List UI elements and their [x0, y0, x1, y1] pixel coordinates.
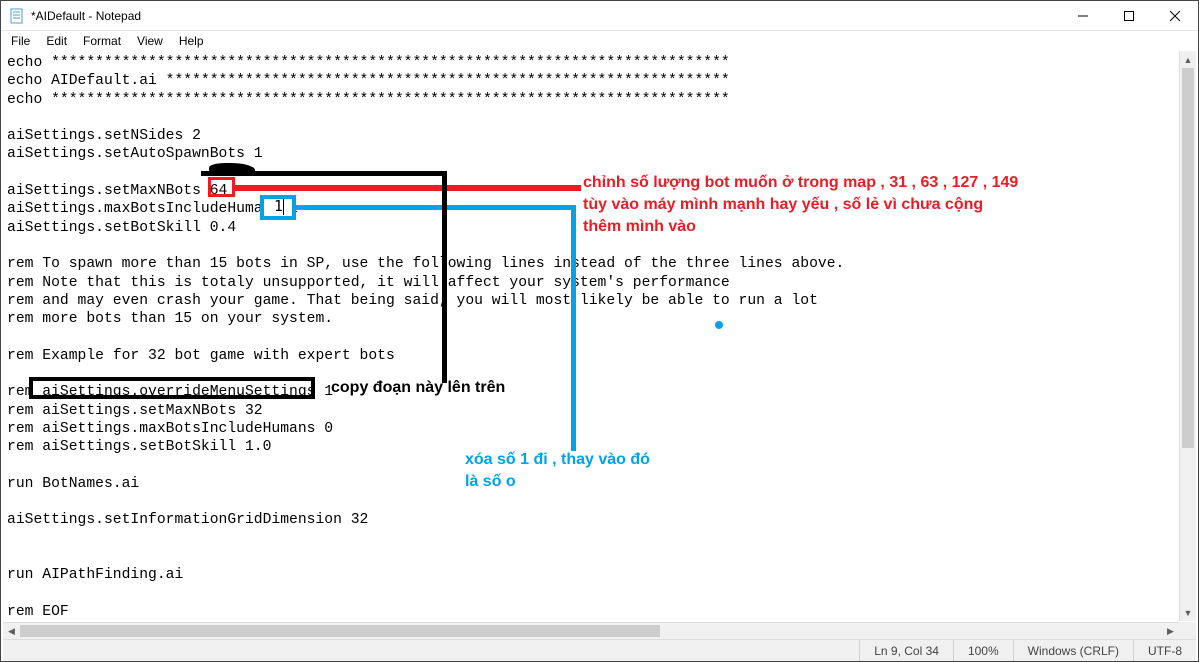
menu-view[interactable]: View — [129, 32, 171, 50]
scroll-up-icon[interactable]: ▲ — [1180, 51, 1196, 68]
annotation-blue-dot — [715, 321, 723, 329]
minimize-button[interactable] — [1060, 1, 1106, 30]
statusbar: Ln 9, Col 34 100% Windows (CRLF) UTF-8 — [3, 639, 1196, 661]
maximize-button[interactable] — [1106, 1, 1152, 30]
scroll-thumb-v[interactable] — [1182, 68, 1194, 448]
scroll-right-icon[interactable]: ▶ — [1162, 623, 1179, 639]
scroll-down-icon[interactable]: ▼ — [1180, 604, 1196, 621]
status-eol: Windows (CRLF) — [1013, 640, 1133, 661]
editor-area: echo ***********************************… — [3, 51, 1196, 639]
annotation-black-text: copy đoạn này lên trên — [331, 377, 505, 399]
scroll-corner — [1179, 622, 1196, 639]
annotation-red-text: chỉnh số lượng bot muốn ở trong map , 31… — [583, 172, 1018, 238]
status-zoom: 100% — [953, 640, 1013, 661]
horizontal-scrollbar[interactable]: ◀ ▶ — [3, 622, 1179, 639]
notepad-icon — [9, 8, 25, 24]
scroll-thumb-h[interactable] — [20, 625, 660, 637]
menubar: File Edit Format View Help — [1, 31, 1198, 51]
menu-edit[interactable]: Edit — [38, 32, 75, 50]
close-button[interactable] — [1152, 1, 1198, 30]
annotation-blue-text: xóa số 1 đi , thay vào đó là số o — [465, 449, 650, 493]
window-controls — [1060, 1, 1198, 30]
window-title: *AIDefault - Notepad — [31, 9, 141, 23]
menu-file[interactable]: File — [3, 32, 38, 50]
menu-format[interactable]: Format — [75, 32, 129, 50]
titlebar: *AIDefault - Notepad — [1, 1, 1198, 31]
status-encoding: UTF-8 — [1133, 640, 1196, 661]
vertical-scrollbar[interactable]: ▲ ▼ — [1179, 51, 1196, 621]
scroll-left-icon[interactable]: ◀ — [3, 624, 20, 640]
status-position: Ln 9, Col 34 — [859, 640, 953, 661]
menu-help[interactable]: Help — [171, 32, 212, 50]
text-content[interactable]: echo ***********************************… — [7, 54, 1178, 621]
